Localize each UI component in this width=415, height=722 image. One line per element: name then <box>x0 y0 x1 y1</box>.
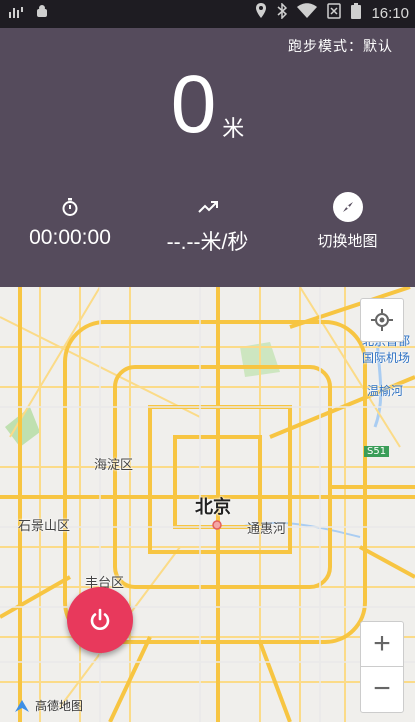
map-label-wenyu: 温榆河 <box>367 384 404 398</box>
map-label-haidian: 海淀区 <box>94 458 134 473</box>
map-label-city: 北京 <box>195 497 231 518</box>
compass-icon[interactable] <box>332 192 363 222</box>
road-shield-s51: S51 <box>364 446 390 457</box>
start-run-button[interactable] <box>67 587 133 653</box>
distance-display: 0米 <box>0 60 415 150</box>
switch-map-button[interactable]: 切换地图 <box>305 192 390 251</box>
wifi-icon <box>297 3 318 23</box>
distance-unit: 米 <box>222 117 245 142</box>
map-label-shijingshan: 石景山区 <box>18 519 71 534</box>
trending-up-icon <box>150 194 265 220</box>
no-sim-icon <box>327 3 342 23</box>
duration-stat: 00:00:00 <box>20 194 120 250</box>
map-provider-label: 高德地图 <box>35 699 84 713</box>
map-label-airport-line2: 国际机场 <box>362 351 411 365</box>
signal-icon <box>8 4 24 24</box>
speed-value: --.--米/秒 <box>166 231 249 254</box>
zoom-controls: + − <box>360 621 404 713</box>
bluetooth-icon <box>277 2 288 23</box>
map-provider-logo: 高德地图 <box>14 697 83 714</box>
clock: 16:10 <box>371 4 409 22</box>
run-mode-label[interactable]: 跑步模式：默认 <box>288 36 393 56</box>
zoom-out-button[interactable]: − <box>361 667 403 711</box>
status-bar: 16:10 <box>0 0 415 28</box>
battery-icon <box>351 3 362 23</box>
location-icon <box>255 3 267 23</box>
switch-map-label[interactable]: 切换地图 <box>305 230 390 251</box>
my-location-button[interactable] <box>360 298 404 342</box>
map-view[interactable]: 海淀区 石景山区 丰台区 北京 通惠河 北京首都国际机场 温榆河 S51 + −… <box>0 287 415 722</box>
amap-logo-icon <box>15 699 29 712</box>
distance-value: 0 <box>170 59 217 150</box>
speed-stat: --.--米/秒 <box>150 194 265 256</box>
power-icon <box>90 608 110 630</box>
run-stats-panel: 跑步模式：默认 0米 00:00:00 --.--米/秒 切换地图 <box>0 28 415 287</box>
android-icon <box>34 4 50 24</box>
duration-value: 00:00:00 <box>29 226 111 249</box>
map-label-tonghuihe: 通惠河 <box>247 522 287 537</box>
zoom-in-button[interactable]: + <box>361 622 403 666</box>
crosshair-icon <box>371 309 393 331</box>
stopwatch-icon <box>20 194 120 220</box>
